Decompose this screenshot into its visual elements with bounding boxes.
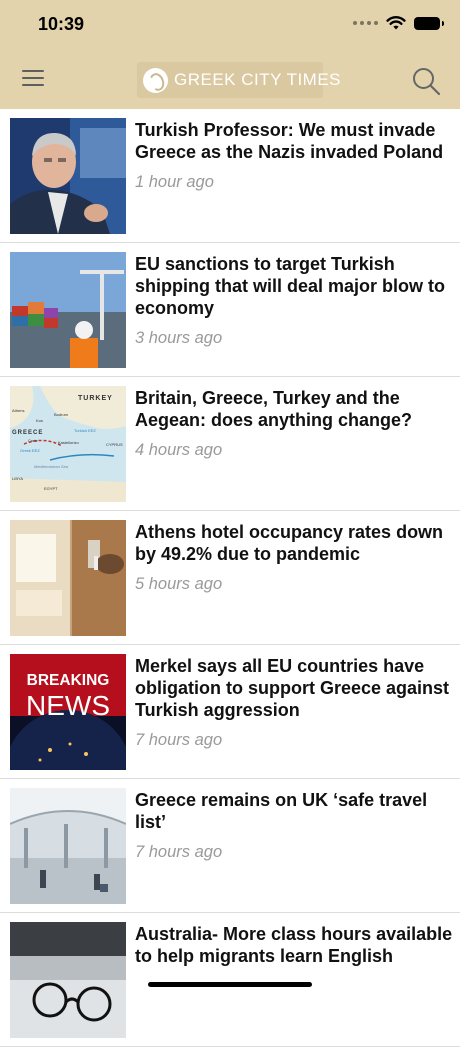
article-title[interactable]: Australia- More class hours available to… (135, 923, 453, 967)
app-header: 10:39 GREEK CITY TIMES (0, 0, 460, 109)
signal-icon (353, 21, 378, 25)
article-time: 7 hours ago (135, 843, 223, 861)
home-indicator[interactable] (148, 982, 312, 987)
map-label-greece: GREECE (12, 430, 43, 436)
article-thumbnail: TURKEY GREECE Athens Bodrum Kos Crete Ka… (10, 386, 126, 502)
map-label-crete: Crete (28, 438, 39, 443)
article-time: 7 hours ago (135, 731, 223, 749)
article-title[interactable]: Greece remains on UK ‘safe travel list’ (135, 789, 453, 833)
hamburger-icon (22, 70, 44, 72)
logo-text: GREEK CITY TIMES (174, 70, 342, 89)
map-label-athens: Athens (12, 408, 24, 413)
map-label-kastellorizo: Kastellorizo (58, 440, 79, 445)
article-thumbnail (10, 788, 126, 904)
article-title[interactable]: Merkel says all EU countries have obliga… (135, 655, 453, 721)
article-time: 5 hours ago (135, 575, 223, 593)
article-item[interactable]: BREAKING NEWS Merkel says all EU countri… (0, 645, 460, 779)
map-label-bodrum: Bodrum (54, 412, 69, 417)
map-label-libya: LIBYA (12, 476, 23, 481)
map-label-sea: Mediterranean Sea (34, 464, 69, 469)
status-icons (353, 15, 444, 31)
article-title[interactable]: Athens hotel occupancy rates down by 49.… (135, 521, 453, 565)
search-icon[interactable] (411, 66, 441, 96)
article-list: Turkish Professor: We must invade Greece… (0, 109, 460, 1047)
article-thumbnail (10, 922, 126, 1038)
map-label-turkey: TURKEY (78, 395, 113, 402)
article-thumbnail (10, 118, 126, 234)
article-thumbnail: BREAKING NEWS (10, 654, 126, 770)
article-item[interactable]: TURKEY GREECE Athens Bodrum Kos Crete Ka… (0, 377, 460, 511)
menu-button[interactable] (22, 70, 44, 88)
map-label-kos: Kos (36, 418, 43, 423)
article-title[interactable]: EU sanctions to target Turkish shipping … (135, 253, 453, 319)
article-item[interactable]: Greece remains on UK ‘safe travel list’ … (0, 779, 460, 913)
battery-icon (414, 16, 444, 30)
article-item[interactable]: Athens hotel occupancy rates down by 49.… (0, 511, 460, 645)
map-label-turkish-eez: Turkish EEZ (74, 428, 96, 433)
article-time: 3 hours ago (135, 329, 223, 347)
article-item[interactable]: Turkish Professor: We must invade Greece… (0, 109, 460, 243)
map-label-greek-eez: Greek EEZ (20, 448, 40, 453)
logo-mark-icon (143, 67, 168, 93)
map-label-egypt: EGYPT (44, 486, 58, 491)
status-time: 10:39 (38, 14, 85, 34)
news-label: NEWS (26, 690, 110, 721)
article-time: 4 hours ago (135, 441, 223, 459)
article-thumbnail (10, 520, 126, 636)
article-title[interactable]: Britain, Greece, Turkey and the Aegean: … (135, 387, 453, 431)
map-label-cyprus: CYPRUS (106, 442, 123, 447)
article-item[interactable]: Australia- More class hours available to… (0, 913, 460, 1047)
site-logo[interactable]: GREEK CITY TIMES (137, 62, 341, 98)
article-item[interactable]: EU sanctions to target Turkish shipping … (0, 243, 460, 377)
article-time: 1 hour ago (135, 173, 214, 191)
article-title[interactable]: Turkish Professor: We must invade Greece… (135, 119, 453, 163)
breaking-label: BREAKING (27, 672, 110, 689)
article-thumbnail (10, 252, 126, 368)
wifi-icon (386, 16, 406, 30)
